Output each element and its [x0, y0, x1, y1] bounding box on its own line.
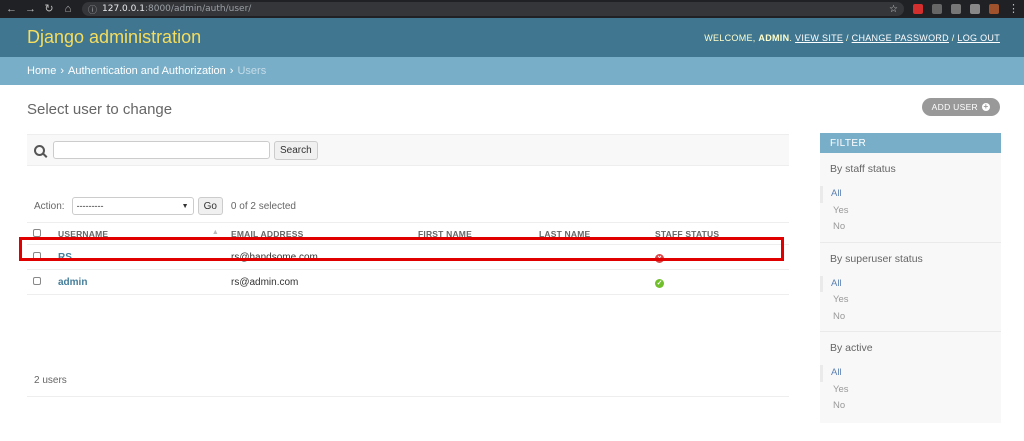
- last-name-cell: [533, 269, 649, 295]
- address-bar[interactable]: ⓘ 127.0.0.1:8000/admin/auth/user/ ☆: [82, 2, 904, 16]
- plus-icon: +: [982, 102, 990, 111]
- view-site-link[interactable]: VIEW SITE: [795, 33, 843, 43]
- extension-icon[interactable]: [932, 4, 942, 14]
- filter-group-staff: By staff status All Yes No: [820, 153, 1001, 243]
- filter-group-title: By active: [830, 342, 873, 354]
- changelist: Search Action: --------- ▼ Go 0 of 2 sel…: [27, 134, 789, 397]
- select-all-checkbox[interactable]: [33, 228, 41, 237]
- paginator: 2 users: [27, 365, 789, 397]
- go-button[interactable]: Go: [197, 197, 223, 215]
- back-icon[interactable]: ←: [6, 0, 17, 18]
- selection-counter: 0 of 2 selected: [230, 200, 296, 212]
- filter-option-yes[interactable]: Yes: [820, 203, 1001, 220]
- search-toolbar: Search: [27, 134, 789, 166]
- email-cell: rs@admin.com: [225, 269, 412, 295]
- action-label: Action:: [34, 200, 65, 212]
- filter-option-no[interactable]: No: [820, 219, 1001, 236]
- filter-option-no[interactable]: No: [820, 398, 1001, 415]
- action-select[interactable]: --------- ▼: [71, 197, 194, 215]
- breadcrumb-home[interactable]: Home: [27, 65, 56, 77]
- change-password-link[interactable]: CHANGE PASSWORD: [852, 33, 949, 43]
- actions-bar: Action: --------- ▼ Go 0 of 2 selected: [34, 197, 296, 215]
- filter-group-title: By superuser status: [830, 252, 923, 265]
- breadcrumb-app[interactable]: Authentication and Authorization: [68, 65, 226, 77]
- filter-group-title: By staff status: [830, 163, 896, 175]
- highlight-box: [19, 237, 784, 261]
- site-brand[interactable]: Django administration: [27, 27, 201, 48]
- filter-group-active: By active All Yes No: [820, 332, 1001, 421]
- forward-icon[interactable]: →: [25, 0, 36, 18]
- add-user-button[interactable]: ADD USER +: [921, 98, 1000, 116]
- reload-icon[interactable]: ↻: [44, 0, 54, 18]
- extension-icon[interactable]: [989, 4, 999, 14]
- site-info-icon[interactable]: ⓘ: [88, 3, 97, 16]
- url-text: 127.0.0.1:8000/admin/auth/user/: [102, 4, 252, 14]
- browser-toolbar: ← → ↻ ⌂ ⓘ 127.0.0.1:8000/admin/auth/user…: [0, 0, 1024, 18]
- search-icon: [34, 144, 45, 156]
- username-label: ADMIN: [758, 32, 790, 43]
- site-header: Django administration WELCOME, ADMIN. VI…: [0, 18, 1024, 57]
- first-name-cell: [412, 269, 533, 295]
- dropdown-arrow-icon: ▼: [181, 202, 189, 210]
- menu-icon[interactable]: ⋮: [1008, 0, 1019, 18]
- row-checkbox[interactable]: [33, 276, 41, 285]
- filter-panel: FILTER By staff status All Yes No By sup…: [820, 133, 1001, 423]
- user-tools: WELCOME, ADMIN. VIEW SITE / CHANGE PASSW…: [704, 32, 1000, 43]
- filter-option-all[interactable]: All: [820, 275, 1001, 292]
- filter-option-yes[interactable]: Yes: [820, 382, 1001, 399]
- page-title: Select user to change: [27, 101, 173, 118]
- breadcrumb-current: Users: [237, 65, 267, 77]
- sort-ascending-icon[interactable]: ▲: [212, 229, 219, 236]
- table-row: admin rs@admin.com ✓: [27, 269, 789, 295]
- log-out-link[interactable]: LOG OUT: [957, 33, 1000, 43]
- filter-option-all[interactable]: All: [820, 186, 1001, 203]
- filter-title: FILTER: [820, 133, 1001, 153]
- filter-option-no[interactable]: No: [820, 309, 1001, 326]
- extension-icon[interactable]: [951, 4, 961, 14]
- yes-icon: ✓: [655, 278, 664, 288]
- filter-option-yes[interactable]: Yes: [820, 292, 1001, 309]
- search-button[interactable]: Search: [274, 140, 318, 160]
- search-input[interactable]: [53, 141, 270, 159]
- breadcrumb: Home › Authentication and Authorization …: [0, 57, 1024, 85]
- filter-group-superuser: By superuser status All Yes No: [820, 243, 1001, 332]
- home-icon[interactable]: ⌂: [63, 0, 73, 18]
- username-link[interactable]: admin: [58, 277, 87, 288]
- extension-icon[interactable]: [970, 4, 980, 14]
- filter-option-all[interactable]: All: [820, 365, 1001, 382]
- extension-icon[interactable]: [913, 4, 923, 14]
- bookmark-star-icon[interactable]: ☆: [889, 4, 898, 15]
